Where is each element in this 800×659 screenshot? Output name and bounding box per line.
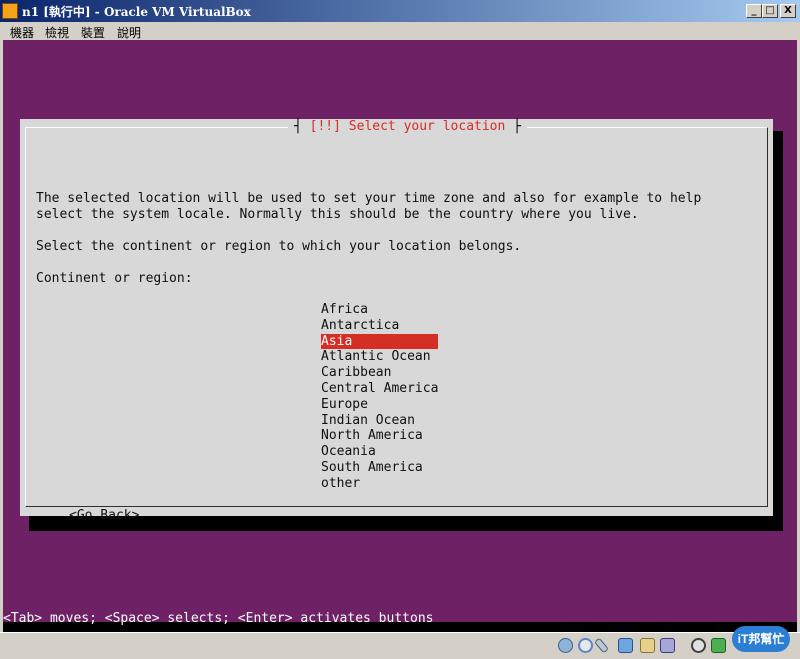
option-north-america[interactable]: North America bbox=[321, 428, 438, 444]
option-central-america[interactable]: Central America bbox=[321, 381, 438, 397]
option-other[interactable]: other bbox=[321, 476, 438, 492]
hard-disk-icon[interactable] bbox=[558, 638, 573, 653]
dialog-title: ┤ [!!] Select your location ├ bbox=[288, 119, 527, 135]
display-icon[interactable] bbox=[660, 638, 675, 653]
option-caribbean[interactable]: Caribbean bbox=[321, 365, 438, 381]
virtualbox-app-icon bbox=[2, 3, 18, 19]
option-africa[interactable]: Africa bbox=[321, 302, 438, 318]
itbang-watermark-badge: iT邦幫忙 bbox=[732, 626, 790, 652]
shared-folder-icon[interactable] bbox=[640, 638, 655, 653]
maximize-button[interactable]: □ bbox=[762, 4, 778, 18]
option-atlantic-ocean[interactable]: Atlantic Ocean bbox=[321, 349, 438, 365]
minimize-button[interactable]: _ bbox=[746, 4, 762, 18]
intro-line-1: The selected location will be used to se… bbox=[36, 191, 702, 206]
keyboard-hint: <Tab> moves; <Space> selects; <Enter> ac… bbox=[3, 611, 434, 626]
menubar: 機器 檢視 裝置 說明 bbox=[0, 22, 800, 40]
host-key-icon[interactable] bbox=[711, 638, 726, 653]
option-south-america[interactable]: South America bbox=[321, 460, 438, 476]
intro-line-2: select the system locale. Normally this … bbox=[36, 207, 639, 222]
list-label: Continent or region: bbox=[36, 271, 193, 286]
option-asia[interactable]: Asia bbox=[321, 333, 438, 350]
instruction-text: Select the continent or region to which … bbox=[36, 239, 522, 254]
window-titlebar: n1 [執行中] - Oracle VM VirtualBox _ □ X bbox=[0, 0, 800, 22]
option-antarctica[interactable]: Antarctica bbox=[321, 318, 438, 334]
cpu-icon[interactable] bbox=[691, 638, 706, 653]
menu-devices[interactable]: 裝置 bbox=[81, 24, 105, 41]
location-dialog: ┤ [!!] Select your location ├ The select… bbox=[20, 119, 773, 523]
option-europe[interactable]: Europe bbox=[321, 397, 438, 413]
network-icon[interactable] bbox=[618, 638, 633, 653]
go-back-button[interactable]: <Go Back> bbox=[69, 508, 139, 524]
cd-icon[interactable] bbox=[578, 638, 593, 653]
close-button[interactable]: X bbox=[780, 4, 796, 18]
usb-pen-icon[interactable] bbox=[593, 637, 610, 654]
menu-machine[interactable]: 機器 bbox=[10, 24, 34, 41]
window-title: n1 [執行中] - Oracle VM VirtualBox bbox=[22, 5, 251, 19]
vm-screen[interactable]: ┤ [!!] Select your location ├ The select… bbox=[3, 40, 797, 632]
virtualbox-status-bar bbox=[0, 632, 800, 659]
dialog-title-text: [!!] Select your location bbox=[309, 119, 506, 134]
menu-view[interactable]: 檢視 bbox=[45, 24, 69, 41]
menu-help[interactable]: 說明 bbox=[117, 24, 141, 41]
option-oceania[interactable]: Oceania bbox=[321, 444, 438, 460]
option-indian-ocean[interactable]: Indian Ocean bbox=[321, 413, 438, 429]
